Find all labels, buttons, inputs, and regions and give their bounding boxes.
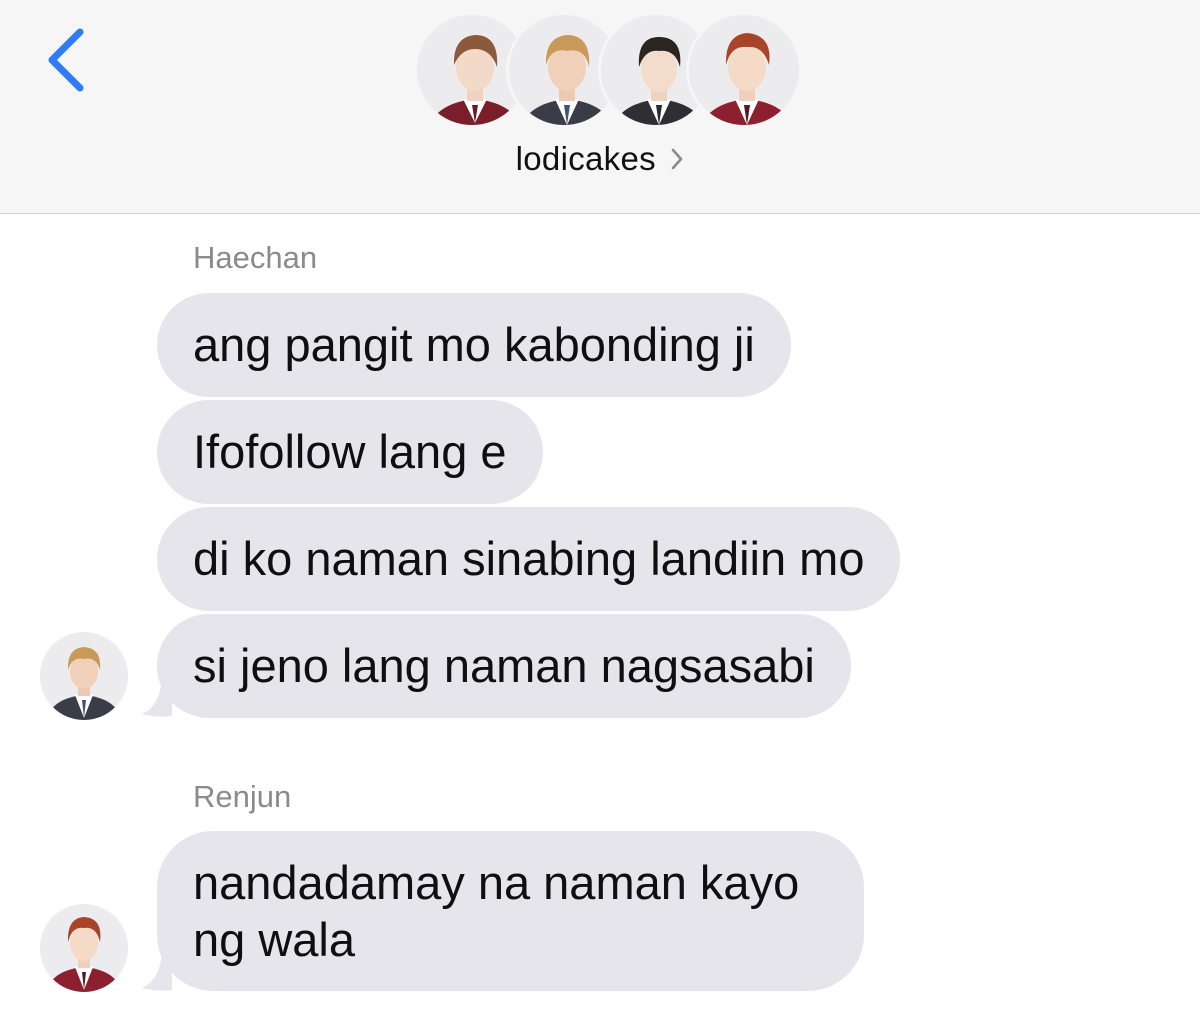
bubble-tail (142, 952, 172, 991)
member-avatar (686, 12, 802, 128)
group-avatars[interactable] (414, 12, 802, 132)
message-bubble[interactable]: Ifofollow lang e (157, 400, 543, 504)
message-bubble[interactable]: ang pangit mo kabonding ji (157, 293, 791, 397)
group-name: lodicakes (515, 140, 656, 177)
chevron-left-icon (48, 28, 84, 92)
message-bubble[interactable]: nandadamay na naman kayo ng wala (157, 831, 864, 991)
conversation-header: lodicakes (0, 0, 1200, 214)
group-title-button[interactable]: lodicakes (0, 140, 1200, 186)
message-bubble[interactable]: di ko naman sinabing landiin mo (157, 507, 901, 611)
chevron-right-icon (672, 148, 683, 170)
back-button[interactable] (40, 26, 100, 96)
message-bubble[interactable]: si jeno lang naman nagsasabi (157, 614, 851, 718)
bubble-tail (142, 678, 172, 717)
sender-avatar[interactable] (40, 632, 128, 720)
sender-avatar[interactable] (40, 904, 128, 992)
sender-name: Haechan (193, 240, 318, 275)
sender-name: Renjun (193, 779, 292, 814)
